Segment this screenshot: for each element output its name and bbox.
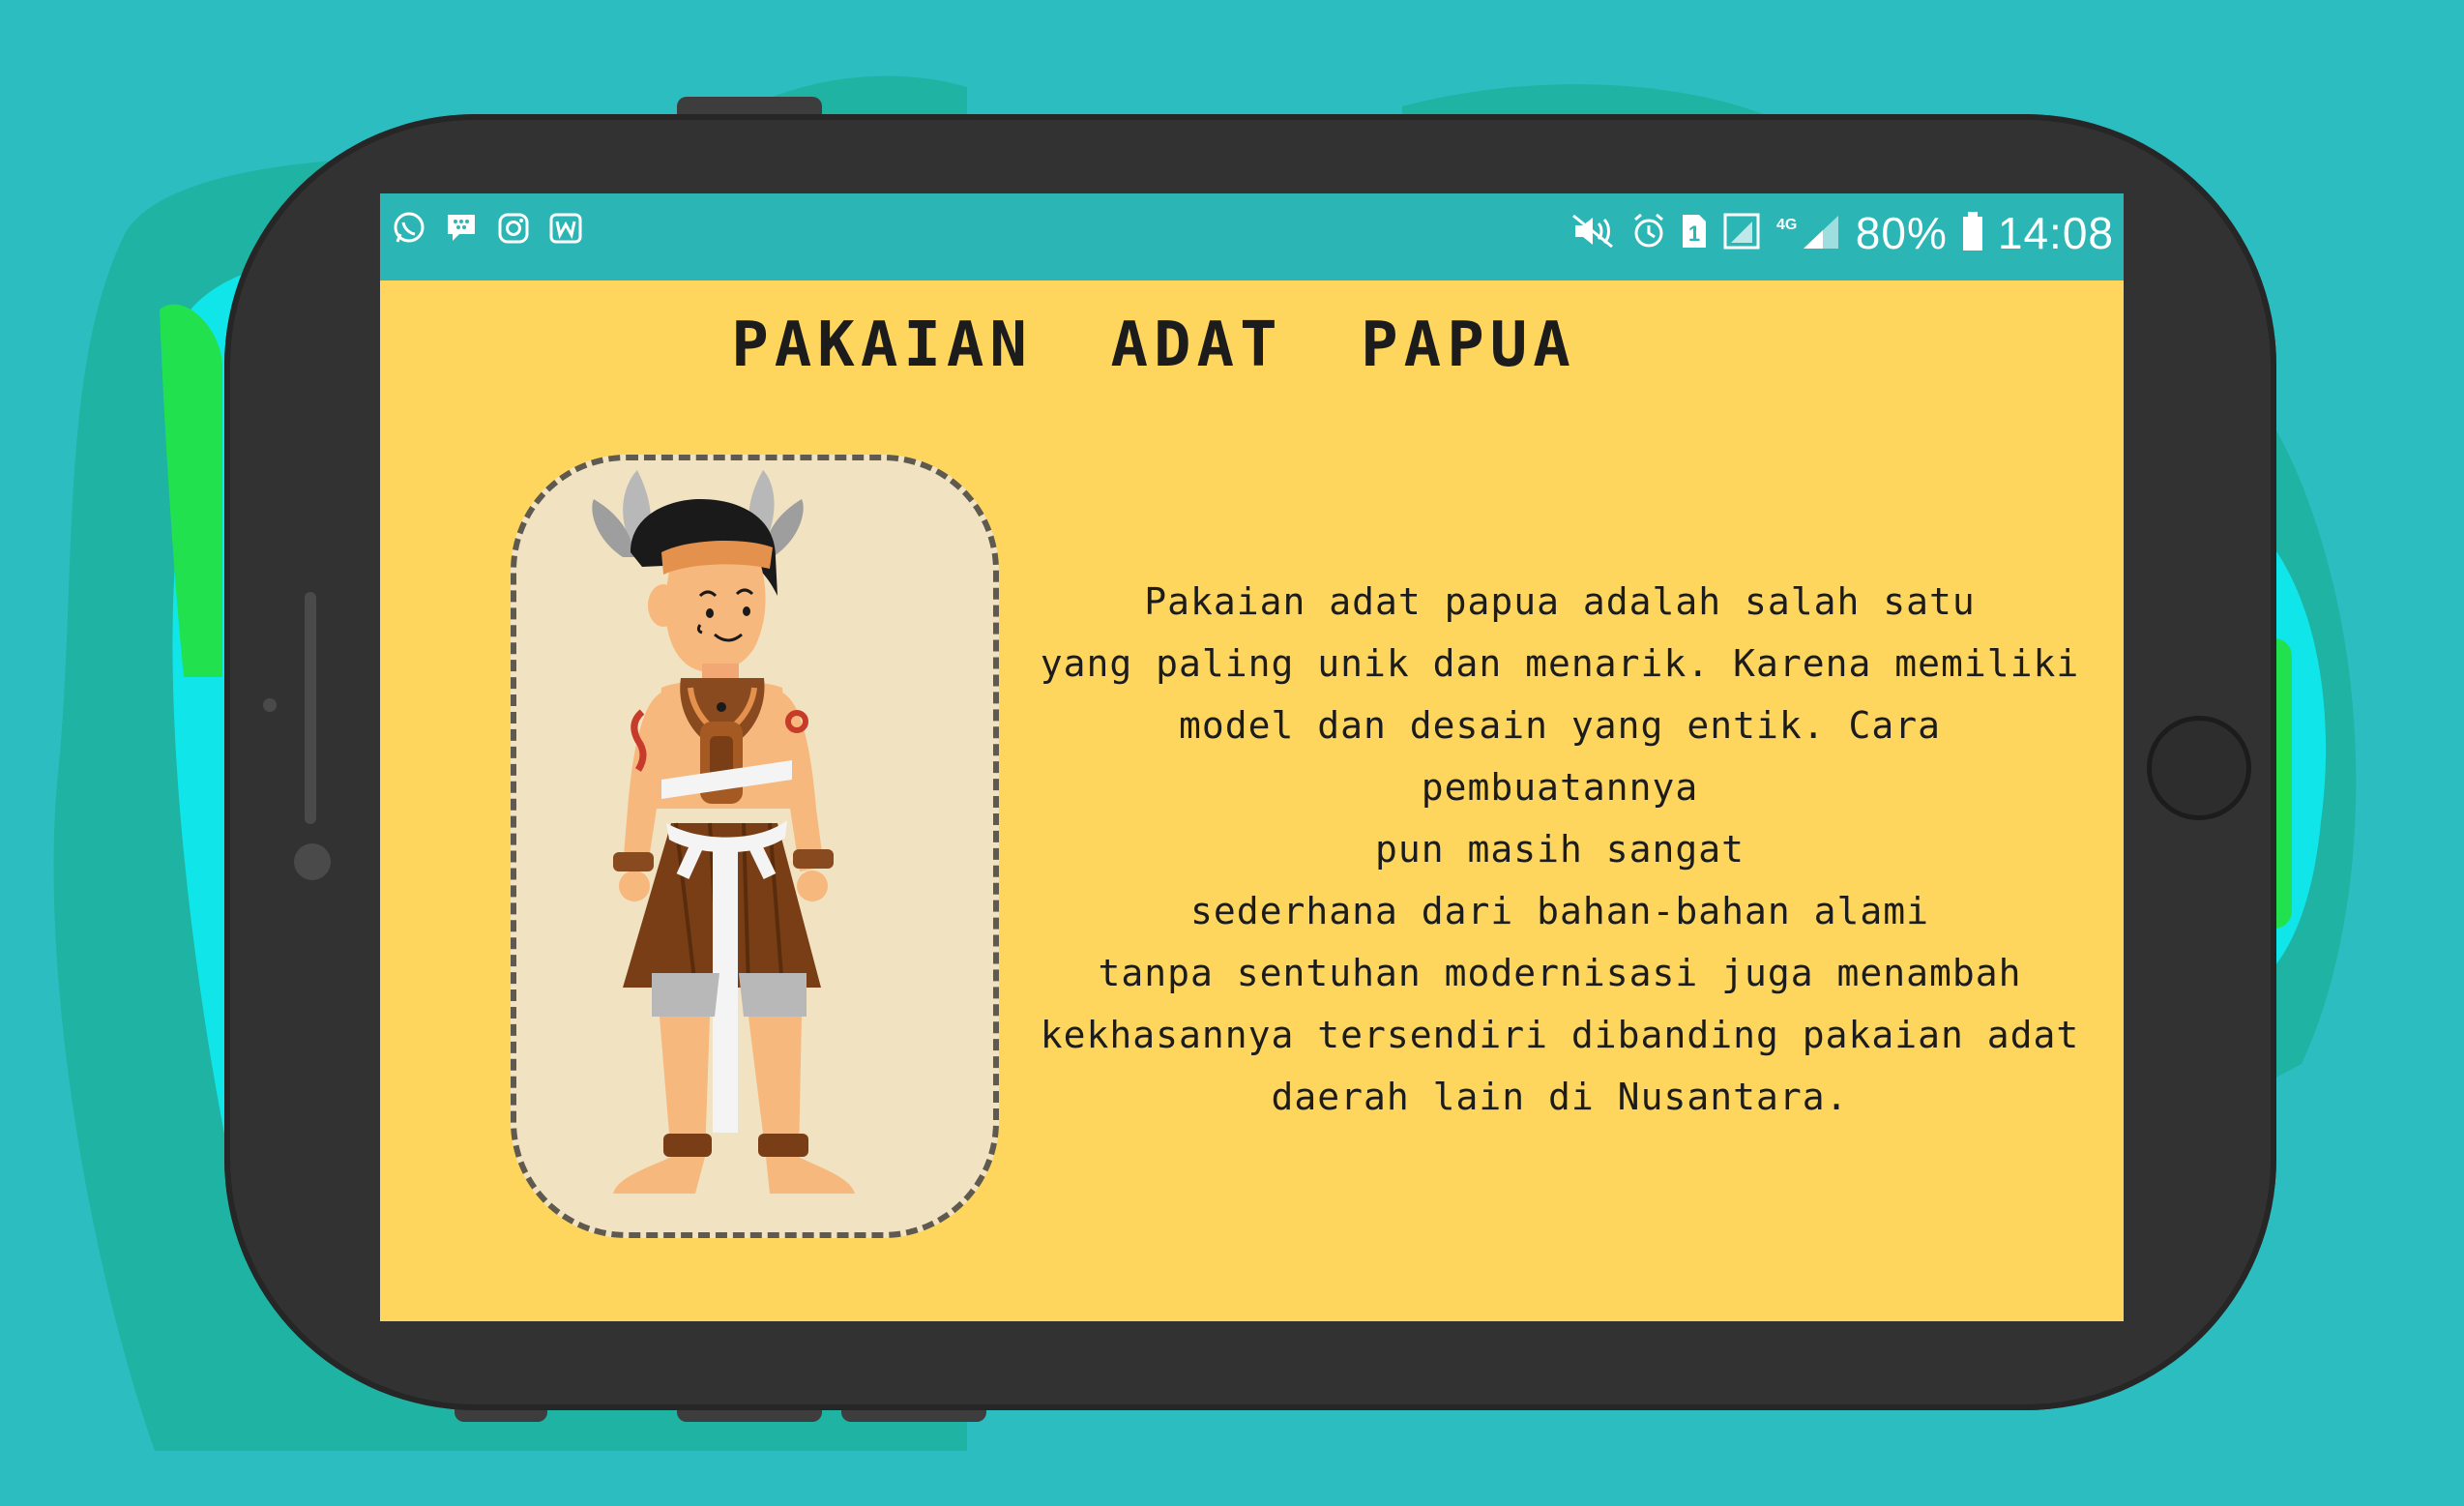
home-button[interactable] [2147, 716, 2251, 820]
mute-icon [1569, 212, 1618, 254]
wattpad-icon [548, 211, 583, 246]
status-bar: 1 4G 80% 14:08 [380, 193, 2124, 281]
signal-box-icon [1722, 212, 1761, 254]
phone-sensor [263, 698, 277, 712]
svg-text:1: 1 [1688, 221, 1700, 246]
alarm-icon [1631, 212, 1666, 254]
whatsapp-icon [392, 211, 426, 246]
system-status: 1 4G 80% 14:08 [1569, 207, 2114, 259]
bbm-icon [444, 211, 479, 246]
app-screen: 1 4G 80% 14:08 PAKAIAN ADAT PAPUA Pakaia… [380, 193, 2124, 1321]
battery-percent: 80% [1855, 208, 1948, 258]
page-title: PAKAIAN ADAT PAPUA [731, 310, 1576, 381]
illustration-card [511, 455, 999, 1238]
battery-icon [1961, 211, 1984, 255]
instagram-icon [496, 211, 531, 246]
phone-camera [294, 843, 331, 880]
papua-costume-illustration [592, 470, 855, 1194]
notification-icons [392, 211, 583, 246]
description-text: Pakaian adat papua adalah salah satu yan… [1040, 580, 2080, 1118]
svg-text:4G: 4G [1776, 217, 1797, 233]
phone-speaker [305, 592, 316, 824]
network-4g-icon: 4G [1775, 212, 1842, 254]
sim-icon: 1 [1680, 212, 1709, 254]
clock: 14:08 [1997, 208, 2114, 258]
